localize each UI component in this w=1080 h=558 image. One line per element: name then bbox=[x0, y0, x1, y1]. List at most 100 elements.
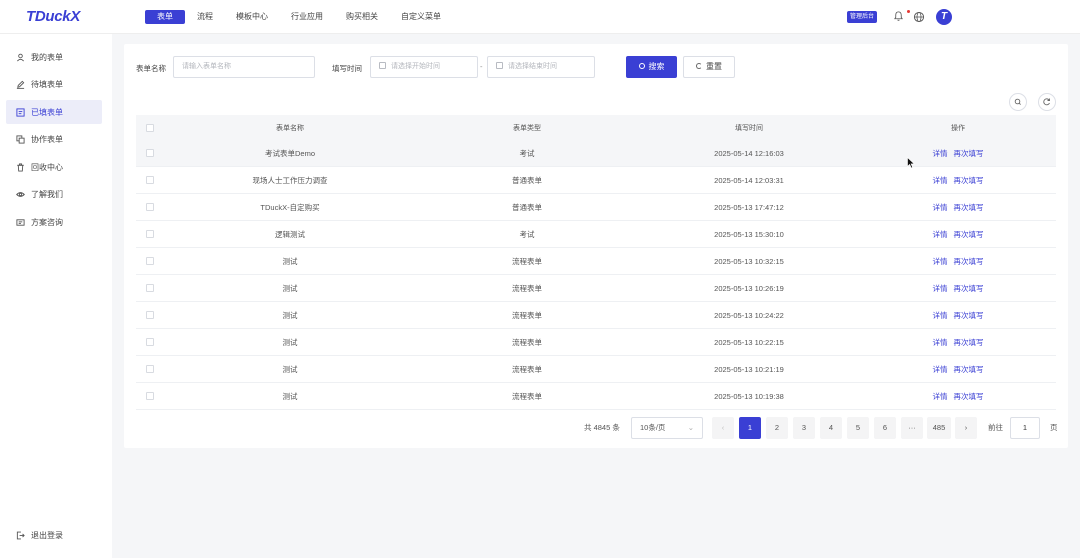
refill-link[interactable]: 再次填写 bbox=[954, 230, 984, 239]
top-bar: TDuckX 表单 流程 模板中心 行业应用 购买相关 自定义菜单 管理后台 T bbox=[0, 0, 1080, 34]
refill-link[interactable]: 再次填写 bbox=[954, 284, 984, 293]
row-checkbox[interactable] bbox=[146, 392, 154, 400]
cell-form-type: 流程表单 bbox=[512, 364, 542, 374]
row-checkbox[interactable] bbox=[146, 176, 154, 184]
logout-button[interactable]: 退出登录 bbox=[6, 523, 102, 547]
nav-item-industry[interactable]: 行业应用 bbox=[291, 10, 323, 24]
column-header-time: 填写时间 bbox=[735, 124, 763, 132]
user-icon bbox=[17, 53, 24, 61]
row-checkbox[interactable] bbox=[146, 203, 154, 211]
sidebar-item-pending-forms[interactable]: 待填表单 bbox=[6, 72, 102, 96]
detail-link[interactable]: 详情 bbox=[933, 284, 948, 293]
sidebar-item-about-us[interactable]: 了解我们 bbox=[6, 182, 102, 206]
page-button[interactable]: 5 bbox=[847, 417, 869, 439]
table-search-button[interactable] bbox=[1009, 93, 1027, 111]
start-time-placeholder: 请选择开始时间 bbox=[391, 63, 440, 70]
page-size-select[interactable]: 10条/页 ⌄ bbox=[631, 417, 703, 439]
detail-link[interactable]: 详情 bbox=[933, 230, 948, 239]
detail-link[interactable]: 详情 bbox=[933, 338, 948, 347]
cell-actions: 详情 再次填写 bbox=[860, 283, 1056, 294]
page-ellipsis-button[interactable]: ··· bbox=[901, 417, 923, 439]
start-time-input[interactable]: 请选择开始时间 bbox=[370, 56, 478, 78]
search-button-label: 搜索 bbox=[648, 62, 665, 71]
nav-item-process[interactable]: 流程 bbox=[197, 10, 213, 24]
refill-link[interactable]: 再次填写 bbox=[954, 392, 984, 401]
sidebar-item-recycle-center[interactable]: 回收中心 bbox=[6, 155, 102, 179]
row-checkbox[interactable] bbox=[146, 230, 154, 238]
refresh-icon bbox=[1043, 98, 1050, 106]
cell-actions: 详情 再次填写 bbox=[860, 364, 1056, 375]
refill-link[interactable]: 再次填写 bbox=[954, 176, 984, 185]
refill-link[interactable]: 再次填写 bbox=[954, 149, 984, 158]
table-row: 现场人士工作压力调查 普通表单 2025-05-14 12:03:31 详情 再次填写 bbox=[136, 167, 1056, 194]
row-checkbox[interactable] bbox=[146, 365, 154, 373]
row-checkbox[interactable] bbox=[146, 338, 154, 346]
nav-item-purchase[interactable]: 购买相关 bbox=[346, 10, 378, 24]
sidebar-item-collab-forms[interactable]: 协作表单 bbox=[6, 127, 102, 151]
nav-item-custom-menu[interactable]: 自定义菜单 bbox=[401, 10, 441, 24]
sidebar-item-label: 我的表单 bbox=[31, 52, 63, 62]
search-icon bbox=[638, 63, 645, 69]
form-name-input[interactable]: 请输入表单名称 bbox=[173, 56, 315, 78]
page-button[interactable]: 2 bbox=[766, 417, 788, 439]
eye-icon bbox=[16, 191, 25, 197]
cell-form-type: 流程表单 bbox=[512, 337, 542, 347]
cell-form-type: 流程表单 bbox=[512, 391, 542, 401]
cell-form-type: 流程表单 bbox=[512, 256, 542, 266]
row-checkbox[interactable] bbox=[146, 149, 154, 157]
logout-label: 退出登录 bbox=[31, 530, 63, 540]
sidebar: 我的表单 待填表单 已填表单 协作表单 回收中心 了解我们 方案咨询 退出登录 bbox=[0, 34, 112, 558]
page-button[interactable]: 485 bbox=[927, 417, 951, 439]
detail-link[interactable]: 详情 bbox=[933, 311, 948, 320]
cell-form-name: 逻辑测试 bbox=[275, 229, 305, 239]
end-time-input[interactable]: 请选择结束时间 bbox=[487, 56, 595, 78]
sidebar-item-label: 已填表单 bbox=[31, 107, 63, 117]
sidebar-item-my-forms[interactable]: 我的表单 bbox=[6, 45, 102, 69]
refill-link[interactable]: 再次填写 bbox=[954, 365, 984, 374]
page-button[interactable]: 6 bbox=[874, 417, 896, 439]
sidebar-item-label: 协作表单 bbox=[31, 134, 63, 144]
table-row: TDuckX-自定购买 普通表单 2025-05-13 17:47:12 详情 再次填写 bbox=[136, 194, 1056, 221]
page-button[interactable]: 3 bbox=[793, 417, 815, 439]
goto-page-input[interactable]: 1 bbox=[1010, 417, 1040, 439]
avatar[interactable]: T bbox=[936, 9, 952, 25]
prev-page-button[interactable]: ‹ bbox=[712, 417, 734, 439]
select-all-checkbox[interactable] bbox=[146, 123, 154, 132]
refill-link[interactable]: 再次填写 bbox=[954, 338, 984, 347]
next-page-button[interactable]: › bbox=[955, 417, 977, 439]
row-checkbox[interactable] bbox=[146, 311, 154, 319]
chevron-down-icon: ⌄ bbox=[687, 423, 694, 432]
cell-actions: 详情 再次填写 bbox=[860, 229, 1056, 240]
cell-form-type: 考试 bbox=[519, 229, 535, 239]
cell-form-type: 流程表单 bbox=[512, 283, 542, 293]
detail-link[interactable]: 详情 bbox=[933, 176, 948, 185]
consult-icon bbox=[16, 218, 25, 226]
detail-link[interactable]: 详情 bbox=[933, 149, 948, 158]
refill-link[interactable]: 再次填写 bbox=[954, 311, 984, 320]
sidebar-item-consult[interactable]: 方案咨询 bbox=[6, 210, 102, 234]
admin-console-button[interactable]: 管理后台 bbox=[847, 11, 878, 23]
language-icon[interactable] bbox=[913, 11, 925, 23]
nav-item-form[interactable]: 表单 bbox=[145, 10, 185, 24]
app-logo[interactable]: TDuckX bbox=[26, 8, 80, 25]
cell-actions: 详情 再次填写 bbox=[860, 256, 1056, 267]
reset-button[interactable]: 重置 bbox=[683, 56, 735, 78]
table-row: 测试 流程表单 2025-05-13 10:22:15 详情 再次填写 bbox=[136, 329, 1056, 356]
table-refresh-button[interactable] bbox=[1038, 93, 1056, 111]
page-button[interactable]: 1 bbox=[739, 417, 761, 439]
table-row: 逻辑测试 考试 2025-05-13 15:30:10 详情 再次填写 bbox=[136, 221, 1056, 248]
detail-link[interactable]: 详情 bbox=[933, 257, 948, 266]
refill-link[interactable]: 再次填写 bbox=[954, 203, 984, 212]
sidebar-item-filled-forms[interactable]: 已填表单 bbox=[6, 100, 102, 124]
row-checkbox[interactable] bbox=[146, 257, 154, 265]
detail-link[interactable]: 详情 bbox=[933, 392, 948, 401]
refill-link[interactable]: 再次填写 bbox=[954, 257, 984, 266]
nav-item-templates[interactable]: 模板中心 bbox=[236, 10, 268, 24]
search-button[interactable]: 搜索 bbox=[626, 56, 677, 78]
page-button[interactable]: 4 bbox=[820, 417, 842, 439]
detail-link[interactable]: 详情 bbox=[933, 203, 948, 212]
detail-link[interactable]: 详情 bbox=[933, 365, 948, 374]
cell-fill-time: 2025-05-13 10:19:38 bbox=[714, 391, 784, 401]
bell-icon[interactable] bbox=[893, 10, 904, 22]
row-checkbox[interactable] bbox=[146, 284, 154, 292]
